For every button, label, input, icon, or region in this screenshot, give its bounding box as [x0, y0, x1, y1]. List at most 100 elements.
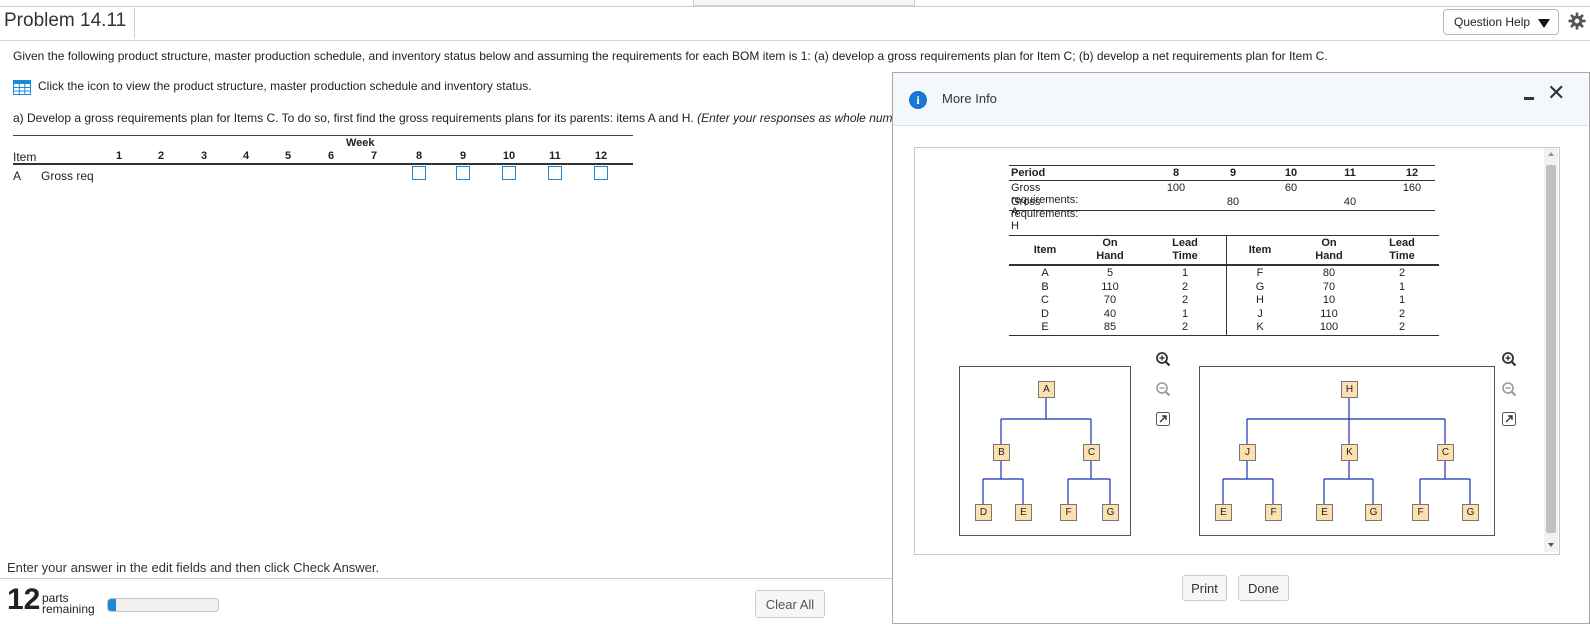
inv-left-onhand: 70 [1103, 294, 1117, 307]
external-link-icon[interactable] [1155, 411, 1171, 427]
dialog-title: More Info [942, 91, 997, 106]
gross-req-input-period-10[interactable] [502, 166, 516, 180]
inv-right-onhand: 70 [1322, 280, 1336, 293]
question-help-label: Question Help [1454, 15, 1531, 29]
mps-period-10: 10 [1284, 167, 1298, 179]
chevron-down-icon [1538, 19, 1550, 28]
inv-left-onhand: 5 [1106, 267, 1114, 279]
done-button[interactable]: Done [1238, 575, 1289, 601]
zoom-out-icon[interactable] [1501, 381, 1517, 397]
close-icon[interactable]: ✕ [1547, 82, 1565, 104]
mps-row-label-h: Gross requirements: H [1011, 196, 1079, 232]
gear-icon[interactable] [1568, 12, 1586, 30]
print-button[interactable]: Print [1182, 575, 1227, 601]
inv-onhand-header-left-1: On [1102, 237, 1118, 249]
inv-left-item: C [1041, 294, 1049, 307]
mps-a-8: 100 [1166, 182, 1186, 194]
node-g: G [1102, 504, 1119, 521]
minimize-button[interactable] [1524, 97, 1534, 100]
scroll-up-arrow-icon[interactable] [1548, 152, 1554, 156]
period-header-12: 12 [594, 150, 608, 162]
scrollbar-thumb[interactable] [1546, 165, 1556, 533]
zoom-out-icon[interactable] [1155, 381, 1171, 397]
inv-left-onhand: 40 [1103, 307, 1117, 320]
inv-right-lead: 1 [1398, 280, 1406, 293]
mps-period-header: Period [1011, 167, 1046, 179]
dialog-header [893, 73, 1589, 126]
node-h: H [1341, 381, 1358, 398]
node-k: K [1341, 444, 1358, 461]
inv-right-onhand: 110 [1320, 307, 1338, 320]
inv-onhand-header-right-2: Hand [1315, 250, 1343, 262]
mps-top-rule [1009, 165, 1435, 166]
gross-req-input-period-9[interactable] [456, 166, 470, 180]
worksheet-header-rule [13, 163, 633, 165]
inv-right-onhand: 80 [1322, 267, 1336, 279]
period-header-6: 6 [327, 150, 335, 162]
node-a: A [1038, 381, 1055, 398]
scroll-down-arrow-icon[interactable] [1548, 543, 1554, 547]
node-c: C [1083, 444, 1100, 461]
period-header-7: 7 [370, 150, 378, 162]
parts-remaining-count: 12 [7, 583, 41, 616]
node-f-j: F [1265, 504, 1282, 521]
inventory-bottom-rule [1009, 335, 1439, 336]
progress-bar-fill [108, 599, 116, 611]
gross-req-input-period-12[interactable] [594, 166, 608, 180]
period-header-3: 3 [200, 150, 208, 162]
inv-left-item: B [1041, 280, 1049, 293]
zoom-in-icon[interactable] [1501, 351, 1517, 367]
node-d: D [975, 504, 992, 521]
inv-right-item: K [1256, 321, 1264, 334]
inv-right-item: H [1256, 294, 1264, 307]
node-e: E [1015, 504, 1032, 521]
part-a-text: a) Develop a gross requirements plan for… [13, 111, 694, 125]
table-grid-icon[interactable] [13, 80, 31, 95]
inventory-header-rule [1009, 264, 1439, 266]
inv-right-item: J [1257, 307, 1263, 320]
node-b: B [993, 444, 1010, 461]
row-label-gross-req: Gross req [41, 169, 94, 183]
inv-onhand-header-right-1: On [1321, 237, 1337, 249]
inv-right-lead: 2 [1398, 321, 1406, 334]
inv-lead-header-right-2: Time [1389, 250, 1415, 262]
period-header-9: 9 [459, 150, 467, 162]
zoom-in-icon[interactable] [1155, 351, 1171, 367]
gross-req-input-period-11[interactable] [548, 166, 562, 180]
node-f-c: F [1412, 504, 1429, 521]
inv-left-onhand: 110 [1101, 280, 1119, 293]
mps-a-12: 160 [1402, 182, 1422, 194]
external-link-icon[interactable] [1501, 411, 1517, 427]
period-header-4: 4 [242, 150, 250, 162]
part-a-instructions: a) Develop a gross requirements plan for… [13, 111, 923, 125]
inv-right-item: G [1255, 280, 1265, 293]
inventory-top-rule [1009, 235, 1439, 236]
more-info-dialog: i More Info ✕ Period 8 9 10 11 12 Gross … [892, 72, 1590, 624]
gross-req-input-period-8[interactable] [412, 166, 426, 180]
footer-divider [0, 578, 893, 579]
node-e-k: E [1316, 504, 1333, 521]
answer-instructions: Enter your answer in the edit fields and… [7, 560, 380, 575]
mps-period-8: 8 [1172, 167, 1180, 179]
remaining-label: remaining [42, 602, 95, 616]
inv-lead-header-left-2: Time [1172, 250, 1198, 262]
mps-h-11: 40 [1343, 196, 1357, 208]
view-data-link-text[interactable]: Click the icon to view the product struc… [38, 79, 532, 93]
inv-left-item: A [1041, 267, 1049, 279]
inv-left-lead: 2 [1181, 280, 1189, 293]
inv-right-lead: 2 [1398, 267, 1406, 279]
node-g-c: G [1462, 504, 1479, 521]
mps-h-9: 80 [1226, 196, 1240, 208]
top-border [0, 6, 1590, 7]
worksheet-top-rule [13, 135, 633, 136]
inv-right-onhand: 100 [1319, 321, 1339, 334]
product-structure-h: H J K C E F E G F G [1199, 366, 1495, 536]
question-help-button[interactable]: Question Help [1443, 9, 1559, 35]
inv-left-lead: 2 [1181, 294, 1189, 307]
clear-all-button[interactable]: Clear All [755, 590, 825, 618]
part-a-hint: (Enter your responses as whole numbers). [697, 111, 924, 125]
inv-left-lead: 1 [1181, 307, 1189, 320]
inv-left-item: E [1041, 321, 1049, 334]
mps-a-10: 60 [1284, 182, 1298, 194]
period-header-2: 2 [157, 150, 165, 162]
